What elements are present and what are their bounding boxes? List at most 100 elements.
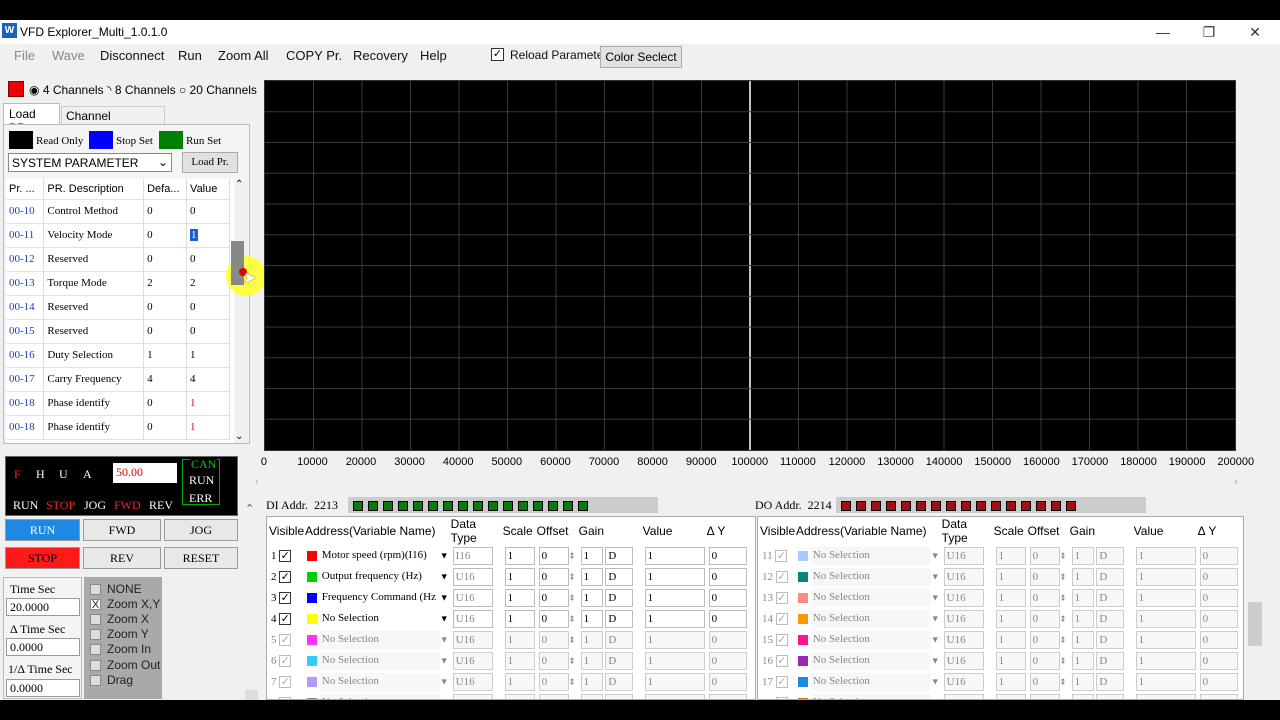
channel-variable-select[interactable]: No Selection xyxy=(810,609,931,628)
channel-color-swatch[interactable] xyxy=(798,676,808,687)
channel-row[interactable]: 13 ✓ No Selection ▼ U16 1 0 ⇕ 1 D10 xyxy=(760,587,1240,608)
channel-visible-checkbox[interactable]: ✓ xyxy=(775,591,788,604)
offset-input[interactable]: 0 xyxy=(538,609,569,628)
channel-offset[interactable]: 0⇕ xyxy=(1028,692,1070,699)
channel-gain[interactable]: 1 D xyxy=(579,587,643,608)
channel-scale[interactable]: 1 xyxy=(994,566,1028,587)
channel-color-swatch[interactable] xyxy=(307,550,317,561)
offset-input[interactable]: 0 xyxy=(1029,651,1060,670)
channel-scale[interactable]: 1 xyxy=(503,692,537,699)
gain-input[interactable]: 1 xyxy=(580,609,603,628)
data-type-select[interactable]: U16 xyxy=(943,651,984,670)
channel-row[interactable]: 6 ✓ No Selection ▼ U16 1 0 ⇕ 1 D10 xyxy=(269,650,749,671)
channel-visible-checkbox[interactable]: ✓ xyxy=(775,696,788,699)
menu-copy-pr[interactable]: COPY Pr. xyxy=(286,48,342,63)
channel-data-type[interactable]: U16 xyxy=(942,566,994,587)
channel-scale[interactable]: 1 xyxy=(503,608,537,629)
channel-visible-checkbox[interactable]: ✓ xyxy=(279,696,292,699)
channel-scale[interactable]: 1 xyxy=(503,587,537,608)
scale-input[interactable]: 1 xyxy=(995,672,1026,691)
channel-row[interactable]: 18 ✓ No Selection▼U1610⇕1 D10 xyxy=(760,692,1240,699)
channel-scale[interactable]: 1 xyxy=(994,629,1028,650)
channel-address[interactable]: Output frequency (Hz) ▼ xyxy=(305,566,451,587)
spinner-icon[interactable]: ⇕ xyxy=(1060,572,1067,581)
spinner-icon[interactable]: ⇕ xyxy=(1060,614,1067,623)
parameter-row[interactable]: 00-17 Carry Frequency 4 4 xyxy=(6,367,230,392)
gain-input[interactable]: 1 xyxy=(580,672,603,691)
data-type-select[interactable]: U16 xyxy=(452,630,493,649)
gain-mode-select[interactable]: D xyxy=(605,672,634,691)
channel-variable-select[interactable]: No Selection xyxy=(319,672,440,691)
pr-value[interactable]: 4 xyxy=(186,367,230,392)
spinner-icon[interactable]: ⇕ xyxy=(1060,551,1067,560)
parameter-row[interactable]: 00-13 Torque Mode 2 2 xyxy=(6,271,230,296)
minimize-icon[interactable]: — xyxy=(1140,22,1186,42)
gain-mode-select[interactable]: D xyxy=(1096,546,1125,565)
spinner-icon[interactable]: ⇕ xyxy=(569,698,576,699)
channel-row[interactable]: 17 ✓ No Selection ▼ U16 1 0 ⇕ 1 D10 xyxy=(760,671,1240,692)
gain-input[interactable]: 1 xyxy=(580,588,603,607)
scroll-down-icon[interactable]: ⌄ xyxy=(235,431,243,442)
channel-address[interactable]: No Selection ▼ xyxy=(796,650,942,671)
scale-input[interactable]: 1 xyxy=(504,609,535,628)
channel-color-swatch[interactable] xyxy=(307,697,317,699)
channel-offset[interactable]: 0⇕ xyxy=(537,629,579,650)
channel-address[interactable]: No Selection ▼ xyxy=(796,608,942,629)
gain-input[interactable]: 1 xyxy=(1071,609,1094,628)
channel-gain[interactable]: 1 D xyxy=(1070,671,1134,692)
spinner-icon[interactable]: ⇕ xyxy=(569,572,576,581)
channel-row[interactable]: 16 ✓ No Selection ▼ U16 1 0 ⇕ 1 D10 xyxy=(760,650,1240,671)
scale-input[interactable]: 1 xyxy=(504,672,535,691)
channel-row[interactable]: 5 ✓ No Selection ▼ U16 1 0 ⇕ 1 D10 xyxy=(269,629,749,650)
drag-option[interactable]: Drag xyxy=(90,673,133,687)
spinner-icon[interactable]: ⇕ xyxy=(569,656,576,665)
offset-input[interactable]: 0 xyxy=(538,672,569,691)
col-description[interactable]: PR. Description xyxy=(43,179,145,200)
channel-gain[interactable]: 1 D xyxy=(579,608,643,629)
data-type-select[interactable]: U16 xyxy=(452,672,493,691)
channel-color-swatch[interactable] xyxy=(798,592,808,603)
pr-value[interactable]: 1 xyxy=(186,223,230,248)
run-button[interactable]: RUN xyxy=(5,519,80,541)
channel-gain[interactable]: 1 D xyxy=(1070,692,1134,699)
scale-input[interactable]: 1 xyxy=(504,651,535,670)
channel-scale[interactable]: 1 xyxy=(503,650,537,671)
zoom-out-option[interactable]: Zoom Out xyxy=(90,658,160,672)
data-type-select[interactable]: U16 xyxy=(452,693,493,699)
channel-gain[interactable]: 1 D xyxy=(1070,545,1134,566)
channel-address[interactable]: No Selection ▼ xyxy=(305,671,451,692)
radio-8-channels[interactable]: ◝ xyxy=(107,83,112,97)
channel-gain[interactable]: 1 D xyxy=(1070,650,1134,671)
menu-help[interactable]: Help xyxy=(420,48,447,63)
zoom-x-option[interactable]: Zoom X xyxy=(90,612,149,626)
channel-color-swatch[interactable] xyxy=(307,634,317,645)
channel-data-type[interactable]: U16 xyxy=(451,587,503,608)
scale-input[interactable]: 1 xyxy=(995,609,1026,628)
channel-color-swatch[interactable] xyxy=(307,592,317,603)
scale-input[interactable]: 1 xyxy=(504,546,535,565)
gain-input[interactable]: 1 xyxy=(1071,567,1094,586)
channel-data-type[interactable]: U16 xyxy=(942,545,994,566)
channel-scrollbar-thumb[interactable] xyxy=(1248,602,1262,646)
offset-input[interactable]: 0 xyxy=(538,693,569,699)
parameter-row[interactable]: 00-18 Phase identify 0 1 xyxy=(6,391,230,416)
channel-address[interactable]: No Selection ▼ xyxy=(796,629,942,650)
channel-variable-select[interactable]: No Selection xyxy=(810,651,931,670)
jog-button[interactable]: JOG xyxy=(164,519,238,541)
channel-variable-select[interactable]: No Selection xyxy=(810,567,931,586)
channel-address[interactable]: No Selection ▼ xyxy=(305,692,451,699)
scale-input[interactable]: 1 xyxy=(504,567,535,586)
zoom-xy-checkbox[interactable]: X xyxy=(90,599,101,611)
rev-button[interactable]: REV xyxy=(83,547,161,569)
channel-scale[interactable]: 1 xyxy=(994,671,1028,692)
pr-value[interactable]: 0 xyxy=(186,319,230,344)
gain-mode-select[interactable]: D xyxy=(605,567,634,586)
channel-variable-select[interactable]: Motor speed (rpm)(I16) xyxy=(319,546,440,565)
channel-address[interactable]: No Selection ▼ xyxy=(305,650,451,671)
channel-offset[interactable]: 0⇕ xyxy=(1028,671,1070,692)
restore-icon[interactable]: ❐ xyxy=(1186,22,1232,42)
channel-gain[interactable]: 1 D xyxy=(579,629,643,650)
gain-input[interactable]: 1 xyxy=(1071,672,1094,691)
gain-mode-select[interactable]: D xyxy=(1096,693,1125,699)
channel-data-type[interactable]: U16 xyxy=(451,692,503,699)
